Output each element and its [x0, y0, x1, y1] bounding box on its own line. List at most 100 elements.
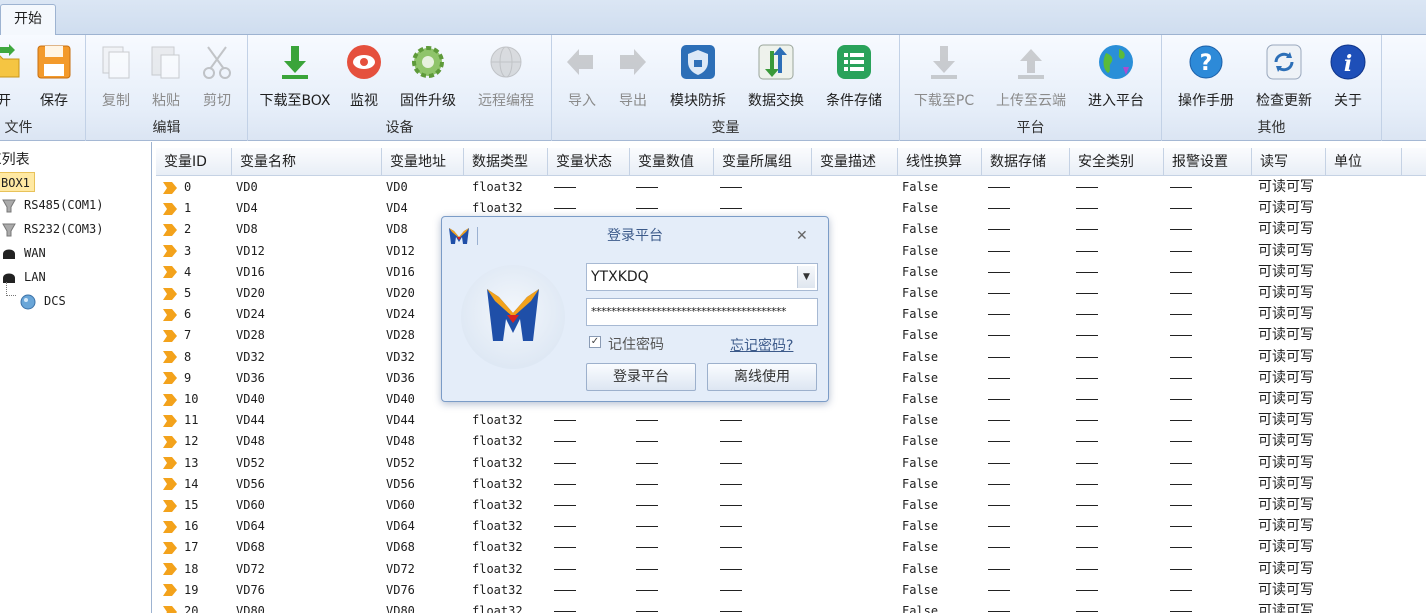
- column-header[interactable]: 数据类型: [464, 148, 548, 176]
- cell-address: VD36: [386, 370, 415, 385]
- cell-empty-dash: [988, 559, 1010, 580]
- forgot-password-link[interactable]: 忘记密码?: [730, 335, 793, 355]
- variable-arrow-icon: [163, 266, 177, 279]
- column-header[interactable]: 读写: [1252, 148, 1326, 176]
- tab-start[interactable]: 开始: [0, 4, 56, 36]
- cell-empty-dash: [1076, 325, 1098, 346]
- cell-empty-dash: [1170, 177, 1192, 198]
- column-header[interactable]: 变量状态: [548, 148, 630, 176]
- cell-empty-dash: [1076, 368, 1098, 389]
- copy-button[interactable]: 复制: [96, 41, 136, 111]
- group-label-device: 设备: [385, 120, 414, 136]
- about-button[interactable]: i 关于: [1328, 41, 1368, 111]
- remote-programming-button[interactable]: 远程编程: [476, 41, 536, 111]
- dialog-title: 登录平台: [607, 228, 663, 244]
- dialog-titlebar[interactable]: 登录平台 ✕: [442, 217, 828, 251]
- upload-to-cloud-button[interactable]: 上传至云端: [996, 41, 1066, 111]
- conditional-storage-button[interactable]: 条件存储: [824, 41, 884, 111]
- tree-node-wan[interactable]: WAN: [2, 243, 46, 263]
- cut-button[interactable]: 剪切: [197, 41, 237, 111]
- cell-empty-dash: [636, 516, 658, 537]
- tree-node-dcs[interactable]: DCS: [20, 291, 66, 311]
- cell-empty-dash: [988, 389, 1010, 410]
- manual-button[interactable]: ? 操作手册: [1176, 41, 1236, 111]
- variable-arrow-icon: [163, 287, 177, 300]
- table-row[interactable]: 11 VD44 VD44 float32 False 可读可写: [156, 410, 1426, 431]
- variable-arrow-icon: [163, 499, 177, 512]
- column-header[interactable]: 单位: [1326, 148, 1402, 176]
- variable-arrow-icon: [163, 563, 177, 576]
- monitor-button[interactable]: 监视: [344, 41, 384, 111]
- cell-linear: False: [902, 582, 939, 597]
- cell-address: VD40: [386, 392, 415, 406]
- tree-node-rs232[interactable]: RS232(COM3): [2, 219, 103, 239]
- cell-name: VD24: [236, 307, 265, 322]
- close-icon[interactable]: ✕: [796, 229, 810, 243]
- enter-platform-button[interactable]: 进入平台: [1086, 41, 1146, 111]
- column-header[interactable]: 变量描述: [812, 148, 898, 176]
- cell-address: VD60: [386, 498, 415, 512]
- shield-lock-icon: [681, 45, 715, 79]
- cell-empty-dash: [1170, 368, 1192, 389]
- variable-arrow-icon: [163, 202, 177, 215]
- cell-id: 11: [162, 410, 198, 431]
- save-button[interactable]: 保存: [34, 41, 74, 111]
- check-update-button[interactable]: 检查更新: [1254, 41, 1314, 111]
- table-row[interactable]: 12 VD48 VD48 float32 False 可读可写: [156, 431, 1426, 452]
- column-header[interactable]: 变量ID: [156, 148, 232, 176]
- cell-address: VD32: [386, 349, 415, 364]
- column-header[interactable]: 报警设置: [1164, 148, 1252, 176]
- cell-name: VD12: [236, 243, 265, 258]
- firmware-upgrade-button[interactable]: 固件升级: [398, 41, 458, 111]
- export-button[interactable]: 导出: [613, 41, 653, 111]
- cell-readwrite: 可读可写: [1258, 200, 1314, 217]
- info-icon: i: [1330, 44, 1366, 80]
- cell-empty-dash: [1076, 283, 1098, 304]
- offline-use-button[interactable]: 离线使用: [707, 363, 817, 391]
- table-row[interactable]: 18 VD72 VD72 float32 False 可读可写: [156, 559, 1426, 580]
- cell-type: float32: [472, 540, 523, 555]
- import-button[interactable]: 导入: [562, 41, 602, 111]
- column-header[interactable]: 数据存储: [982, 148, 1070, 176]
- scissors-icon: [203, 46, 231, 79]
- table-row[interactable]: 17 VD68 VD68 float32 False 可读可写: [156, 537, 1426, 558]
- column-header[interactable]: 安全类别: [1070, 148, 1164, 176]
- table-row[interactable]: 15 VD60 VD60 float32 False 可读可写: [156, 495, 1426, 516]
- ribbon-group-platform: 下载至PC 上传至云端 进入平台 平台: [900, 35, 1162, 141]
- cell-linear: False: [902, 476, 939, 491]
- table-row[interactable]: 13 VD52 VD52 float32 False 可读可写: [156, 453, 1426, 474]
- table-row[interactable]: 14 VD56 VD56 float32 False 可读可写: [156, 474, 1426, 495]
- column-header[interactable]: 变量地址: [382, 148, 464, 176]
- password-field[interactable]: ***************************************: [586, 298, 818, 326]
- export-arrow-icon: [620, 49, 646, 75]
- remember-password-checkbox[interactable]: ✓: [589, 336, 601, 348]
- table-row[interactable]: 20 VD80 VD80 float32 False 可读可写: [156, 601, 1426, 613]
- column-header[interactable]: 线性换算: [898, 148, 982, 176]
- download-to-box-button[interactable]: 下载至BOX: [259, 41, 331, 111]
- column-header[interactable]: 变量名称: [232, 148, 382, 176]
- username-combobox[interactable]: YTXKDQ ▼: [586, 263, 818, 291]
- open-button[interactable]: 开: [0, 41, 24, 111]
- cell-type: float32: [472, 604, 523, 613]
- tree-node-box1[interactable]: BOX1: [0, 172, 35, 192]
- table-row[interactable]: 0 VD0 VD0 float32 False 可读可写: [156, 177, 1426, 198]
- upload-arrow-icon: [1018, 49, 1044, 79]
- tree-node-rs485[interactable]: RS485(COM1): [2, 195, 103, 215]
- module-tamper-button[interactable]: 模块防拆: [668, 41, 728, 111]
- chevron-down-icon[interactable]: ▼: [797, 266, 815, 288]
- paste-button[interactable]: 粘贴: [146, 41, 186, 111]
- cell-empty-dash: [988, 368, 1010, 389]
- download-to-pc-button[interactable]: 下载至PC: [914, 41, 974, 111]
- table-row[interactable]: 19 VD76 VD76 float32 False 可读可写: [156, 580, 1426, 601]
- cell-id: 15: [162, 495, 198, 516]
- variable-arrow-icon: [163, 223, 177, 236]
- column-header[interactable]: 变量所属组: [714, 148, 812, 176]
- cell-readwrite: 可读可写: [1258, 242, 1314, 259]
- data-exchange-button[interactable]: 数据交换: [746, 41, 806, 111]
- table-row[interactable]: 16 VD64 VD64 float32 False 可读可写: [156, 516, 1426, 537]
- cell-name: VD4: [236, 201, 258, 216]
- cell-id: 12: [162, 431, 198, 452]
- login-button[interactable]: 登录平台: [586, 363, 696, 391]
- cell-id: 8: [162, 347, 191, 368]
- column-header[interactable]: 变量数值: [630, 148, 714, 176]
